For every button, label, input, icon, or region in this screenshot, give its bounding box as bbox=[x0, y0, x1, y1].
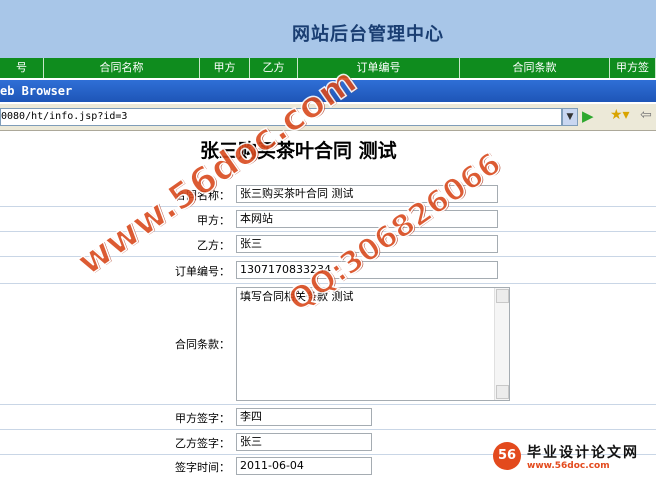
header-banner: 网站后台管理中心 bbox=[0, 0, 656, 58]
sign-b-label: 乙方签字： bbox=[175, 437, 230, 450]
form-row-contract-name: 合同名称： 张三购买茶叶合同 测试 bbox=[0, 182, 656, 207]
browser-title: eb Browser bbox=[0, 84, 73, 98]
terms-textarea[interactable]: 填写合同相关条款 测试 bbox=[236, 287, 510, 401]
back-arrow-icon[interactable]: ⇦ bbox=[640, 107, 652, 123]
sign-a-field[interactable]: 李四 bbox=[236, 408, 372, 426]
url-text: 0080/ht/info.jsp?id=3 bbox=[1, 111, 128, 122]
form-row-party-a: 甲方： 本网站 bbox=[0, 207, 656, 232]
site-logo: 56 毕业设计论文网 www.56doc.com bbox=[493, 440, 653, 474]
form-row-sign-a: 甲方签字： 李四 bbox=[0, 405, 656, 430]
logo-name: 毕业设计论文网 bbox=[527, 445, 639, 461]
form-row-terms: 合同条款： 填写合同相关条款 测试 bbox=[0, 284, 656, 405]
logo-url: www.56doc.com bbox=[527, 461, 610, 471]
url-dropdown-icon[interactable]: ▼ bbox=[562, 108, 578, 126]
party-a-field[interactable]: 本网站 bbox=[236, 210, 498, 228]
column-header-party-a[interactable]: 甲方 bbox=[200, 58, 250, 78]
column-header-party-b[interactable]: 乙方 bbox=[250, 58, 298, 78]
column-header-sign-a[interactable]: 甲方签 bbox=[610, 58, 656, 78]
sign-b-field[interactable]: 张三 bbox=[236, 433, 372, 451]
terms-label: 合同条款： bbox=[175, 338, 230, 351]
favorites-star-icon[interactable]: ★▾ bbox=[610, 107, 630, 123]
sign-a-label: 甲方签字： bbox=[175, 412, 230, 425]
sign-date-field[interactable]: 2011-06-04 bbox=[236, 457, 372, 475]
column-header-id[interactable]: 号 bbox=[0, 58, 44, 78]
sign-date-label: 签字时间： bbox=[175, 461, 230, 474]
header-title: 网站后台管理中心 bbox=[292, 24, 444, 45]
column-header-terms[interactable]: 合同条款 bbox=[460, 58, 610, 78]
terms-scrollbar[interactable] bbox=[494, 288, 509, 400]
logo-mark: 56 bbox=[493, 442, 521, 470]
column-header-contract-name[interactable]: 合同名称 bbox=[44, 58, 200, 78]
go-arrow-icon[interactable]: ▶ bbox=[582, 107, 594, 125]
